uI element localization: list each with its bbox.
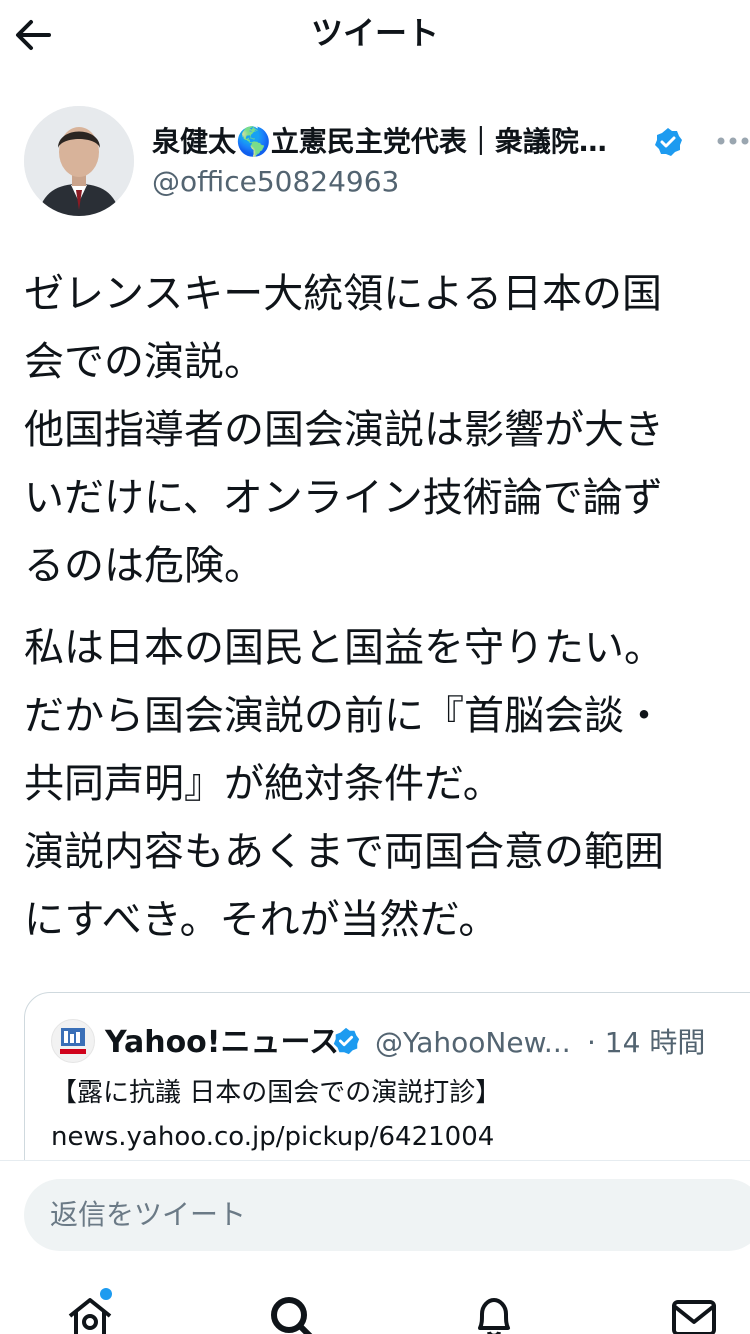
quoted-author-handle: @YahooNew... (375, 1026, 571, 1059)
quoted-line: 【露に抗議 日本の国会での演説打診】 (51, 1078, 502, 1108)
tweet-detail-screen: ツイート 泉健太🌎立憲民主党代表｜衆議院… @office50824963 ゼレ… (0, 0, 750, 1334)
tweet-line: るのは危険。 (24, 543, 264, 589)
tweet-line: 会での演説。 (24, 339, 264, 385)
nav-search[interactable] (268, 1294, 316, 1334)
home-icon (68, 1298, 112, 1334)
search-icon (271, 1297, 313, 1334)
quoted-tweet-text: 【露に抗議 日本の国会での演説打診】 news.yahoo.co.jp/pick… (51, 1071, 731, 1159)
profile-photo-image (24, 106, 134, 216)
yahoo-news-logo (51, 1019, 95, 1063)
tweet-paragraph-2: 私は日本の国民と国益を守りたい。 だから国会演説の前に『首脳会談・ 共同声明』が… (24, 614, 736, 954)
header: ツイート (0, 0, 750, 66)
tweet-line: ゼレンスキー大統領による日本の国 (24, 271, 662, 317)
reply-input[interactable]: 返信をツイート (24, 1179, 750, 1251)
yahoo-news-logo-icon (60, 1028, 86, 1054)
quoted-link[interactable]: news.yahoo.co.jp/pickup/6421004 (51, 1115, 731, 1159)
tweet-paragraph-1: ゼレンスキー大統領による日本の国 会での演説。 他国指導者の国会演説は影響が大き… (24, 260, 736, 600)
tweet-line: 演説内容もあくまで両国合意の範囲 (24, 829, 664, 875)
messages-icon (672, 1300, 716, 1334)
avatar[interactable] (24, 106, 134, 216)
notification-dot (100, 1288, 112, 1300)
nav-home[interactable] (66, 1294, 114, 1334)
author-name[interactable]: 泉健太🌎立憲民主党代表｜衆議院… (152, 122, 652, 162)
author-handle[interactable]: @office50824963 (152, 162, 399, 202)
quoted-author-name: Yahoo!ニュース (105, 1025, 339, 1060)
tweet-line: 共同声明』が絶対条件だ。 (24, 761, 503, 807)
tweet-line: だから国会演説の前に『首脳会談・ (24, 693, 664, 739)
notifications-icon (478, 1298, 510, 1334)
tweet-line: いだけに、オンライン技術論で論ず (24, 475, 663, 521)
nav-notifications[interactable] (470, 1294, 518, 1334)
more-options-button[interactable] (716, 124, 750, 158)
tweet-line: にすべき。それが当然だ。 (24, 897, 499, 943)
tweet-line: 私は日本の国民と国益を守りたい。 (24, 625, 664, 671)
tweet-line: 他国指導者の国会演説は影響が大き (24, 407, 664, 453)
quoted-timestamp: · 14 時間 (587, 1026, 706, 1059)
verified-badge-icon (655, 128, 682, 156)
verified-badge-icon (333, 1027, 360, 1055)
page-title: ツイート (310, 14, 439, 52)
tweet-text: ゼレンスキー大統領による日本の国 会での演説。 他国指導者の国会演説は影響が大き… (24, 260, 736, 954)
more-dots-icon (717, 137, 749, 145)
nav-messages[interactable] (670, 1294, 718, 1334)
